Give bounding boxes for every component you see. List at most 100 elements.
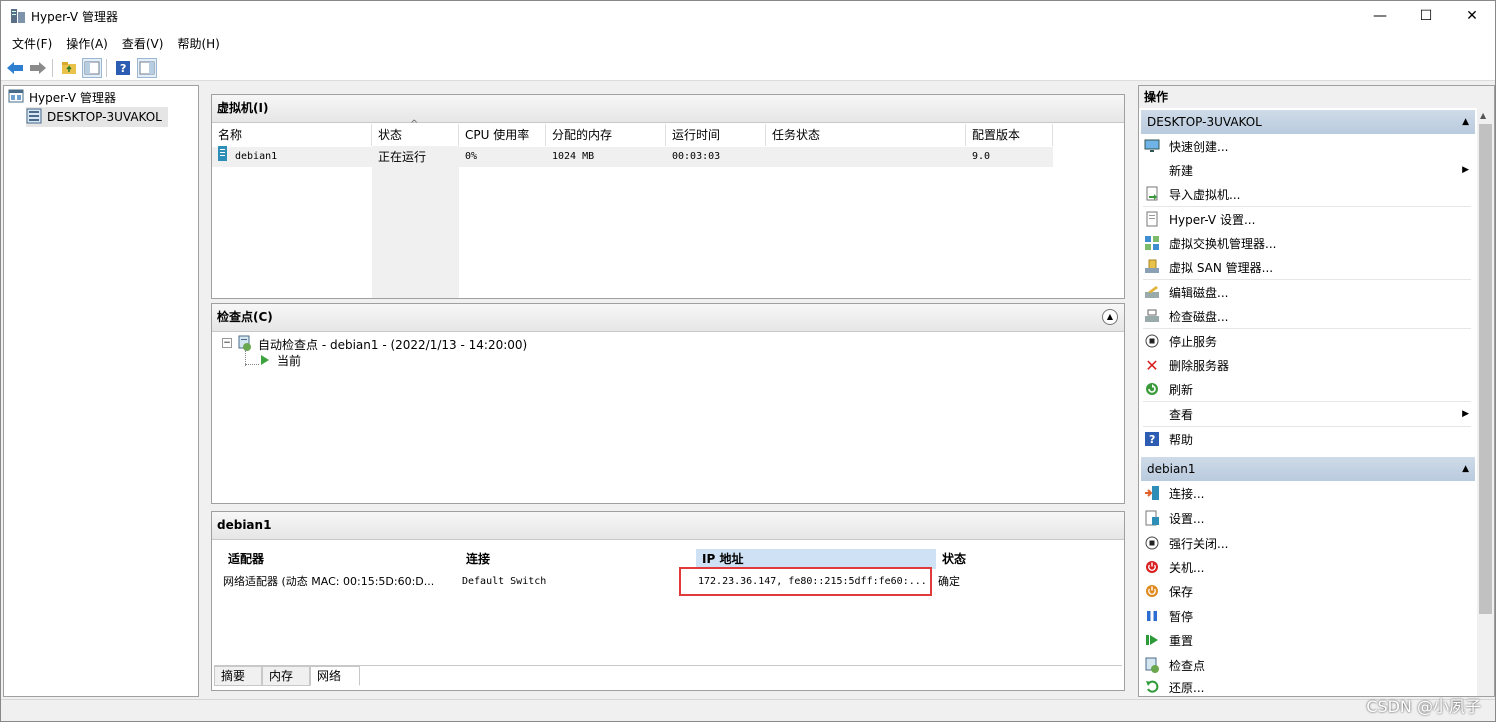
- folder-up-icon[interactable]: [59, 58, 79, 78]
- action-virtual-san-manager[interactable]: 虚拟 SAN 管理器...: [1143, 255, 1471, 279]
- minimize-button[interactable]: —: [1357, 1, 1403, 31]
- vm-task: [766, 147, 966, 167]
- action-new[interactable]: 新建 ▶: [1143, 158, 1471, 182]
- action-pause[interactable]: 暂停: [1143, 604, 1471, 628]
- status-cell: 确定: [938, 575, 960, 588]
- action-label: Hyper-V 设置...: [1169, 212, 1256, 227]
- checkpoint-item-label[interactable]: 自动检查点 - debian1 - (2022/1/13 - 14:20:00): [258, 336, 527, 353]
- vm-panel-header: 虚拟机(I): [212, 95, 1124, 123]
- action-edit-disk[interactable]: 编辑磁盘...: [1143, 280, 1471, 304]
- status-bar: [1, 699, 1495, 721]
- action-refresh[interactable]: 刷新: [1143, 377, 1471, 401]
- actions-scrollbar[interactable]: ▲: [1477, 108, 1494, 696]
- action-quick-create[interactable]: 快速创建...: [1143, 134, 1471, 158]
- vm-cpu: 0%: [459, 147, 546, 167]
- action-hyperv-settings[interactable]: Hyper-V 设置...: [1143, 207, 1471, 231]
- action-reset[interactable]: 重置: [1143, 628, 1471, 652]
- delete-x-icon: ✕: [1145, 355, 1159, 375]
- vm-memory: 1024 MB: [546, 147, 666, 167]
- tree-expander-icon[interactable]: −: [222, 338, 232, 348]
- action-group-vm[interactable]: debian1 ▲: [1141, 457, 1475, 481]
- col-connection[interactable]: 连接: [460, 549, 696, 569]
- hyperv-manager-window: Hyper-V 管理器 — ☐ ✕ 文件(F) 操作(A) 查看(V) 帮助(H…: [0, 0, 1496, 722]
- col-version[interactable]: 配置版本: [966, 124, 1053, 146]
- scroll-thumb[interactable]: [1479, 124, 1492, 614]
- submenu-arrow-icon: ▶: [1462, 165, 1469, 175]
- tab-summary[interactable]: 摘要: [214, 666, 262, 686]
- checkpoint-current[interactable]: 当前: [277, 352, 301, 369]
- action-stop-service[interactable]: 停止服务: [1143, 329, 1471, 353]
- action-group-host-label: DESKTOP-3UVAKOL: [1147, 115, 1262, 129]
- col-status[interactable]: 状态: [936, 549, 1114, 569]
- san-manager-icon: [1143, 258, 1161, 276]
- menu-view[interactable]: 查看(V): [115, 35, 171, 52]
- action-help[interactable]: ? 帮助: [1143, 427, 1471, 451]
- action-save[interactable]: 保存: [1143, 579, 1471, 603]
- col-memory[interactable]: 分配的内存: [546, 124, 666, 146]
- title-bar: Hyper-V 管理器 — ☐ ✕: [1, 1, 1495, 31]
- action-view[interactable]: 查看 ▶: [1143, 402, 1471, 426]
- action-import-vm[interactable]: 导入虚拟机...: [1143, 182, 1471, 206]
- tab-network[interactable]: 网络: [310, 666, 360, 686]
- help-icon[interactable]: ?: [113, 58, 133, 78]
- action-label: 强行关闭...: [1169, 536, 1229, 551]
- menu-file[interactable]: 文件(F): [5, 35, 59, 52]
- show-tree-icon[interactable]: [82, 58, 102, 78]
- col-name[interactable]: 名称: [212, 124, 372, 146]
- adapter-cell: 网络适配器 (动态 MAC: 00:15:5D:60:D...: [223, 575, 435, 588]
- vm-name: debian1: [235, 151, 278, 162]
- play-icon: [260, 354, 270, 369]
- menu-bar: 文件(F) 操作(A) 查看(V) 帮助(H): [1, 31, 1495, 55]
- menu-action[interactable]: 操作(A): [59, 35, 115, 52]
- collapse-icon[interactable]: ▲: [1102, 309, 1118, 325]
- tree-item-root[interactable]: Hyper-V 管理器: [8, 87, 116, 107]
- action-label: 虚拟 SAN 管理器...: [1169, 260, 1274, 275]
- hyperv-manager-icon: [8, 88, 24, 107]
- action-label: 设置...: [1169, 511, 1205, 526]
- scroll-up-icon[interactable]: ▲: [1480, 111, 1486, 120]
- details-panel-header: debian1: [212, 512, 1124, 540]
- show-actions-icon[interactable]: [137, 58, 157, 78]
- action-group-host[interactable]: DESKTOP-3UVAKOL ▲: [1141, 110, 1475, 134]
- action-turn-off[interactable]: 强行关闭...: [1143, 531, 1471, 555]
- toolbar-separator: [106, 59, 107, 77]
- vm-panel: 虚拟机(I) 名称 状态 ^ CPU 使用率 分配的内存 运行时间 任务状态 配…: [211, 94, 1125, 299]
- vm-icon: [218, 145, 227, 169]
- maximize-button[interactable]: ☐: [1403, 1, 1449, 31]
- action-remove-server[interactable]: ✕ 删除服务器: [1143, 353, 1471, 377]
- action-virtual-switch-manager[interactable]: 虚拟交换机管理器...: [1143, 231, 1471, 255]
- vm-name-cell[interactable]: debian1: [212, 145, 372, 169]
- action-label: 检查磁盘...: [1169, 309, 1229, 324]
- col-uptime[interactable]: 运行时间: [666, 124, 766, 146]
- stop-icon: [1143, 332, 1161, 350]
- action-label: 重置: [1169, 633, 1194, 648]
- col-task[interactable]: 任务状态: [766, 124, 966, 146]
- action-connect[interactable]: 连接...: [1143, 481, 1471, 505]
- tab-memory[interactable]: 内存: [262, 666, 310, 686]
- vm-state: 正在运行: [372, 147, 459, 167]
- edit-disk-icon: [1143, 283, 1161, 301]
- action-checkpoint[interactable]: 检查点: [1143, 653, 1471, 677]
- tree-item-host[interactable]: DESKTOP-3UVAKOL: [26, 107, 168, 127]
- action-shutdown[interactable]: 关机...: [1143, 555, 1471, 579]
- action-settings[interactable]: 设置...: [1143, 506, 1471, 530]
- action-label: 快速创建...: [1169, 139, 1229, 154]
- action-inspect-disk[interactable]: 检查磁盘...: [1143, 304, 1471, 328]
- action-label: 关机...: [1169, 560, 1205, 575]
- submenu-arrow-icon: ▶: [1462, 409, 1469, 419]
- import-icon: [1143, 185, 1161, 203]
- col-ip[interactable]: IP 地址: [696, 549, 936, 569]
- vm-settings-icon: [1143, 509, 1161, 527]
- svg-text:?: ?: [120, 62, 126, 75]
- navigation-tree: Hyper-V 管理器 DESKTOP-3UVAKOL: [3, 85, 199, 697]
- save-icon: [1143, 582, 1161, 600]
- col-adapter[interactable]: 适配器: [222, 549, 460, 569]
- forward-arrow-icon[interactable]: [28, 58, 48, 78]
- close-button[interactable]: ✕: [1449, 1, 1495, 31]
- actions-pane: 操作 DESKTOP-3UVAKOL ▲ 快速创建... 新建 ▶ 导入虚拟机.…: [1138, 85, 1495, 697]
- menu-help[interactable]: 帮助(H): [170, 35, 226, 52]
- back-arrow-icon[interactable]: [5, 58, 25, 78]
- col-cpu[interactable]: CPU 使用率: [459, 124, 546, 146]
- toolbar: ?: [1, 55, 1495, 81]
- blank-icon: [1143, 161, 1161, 179]
